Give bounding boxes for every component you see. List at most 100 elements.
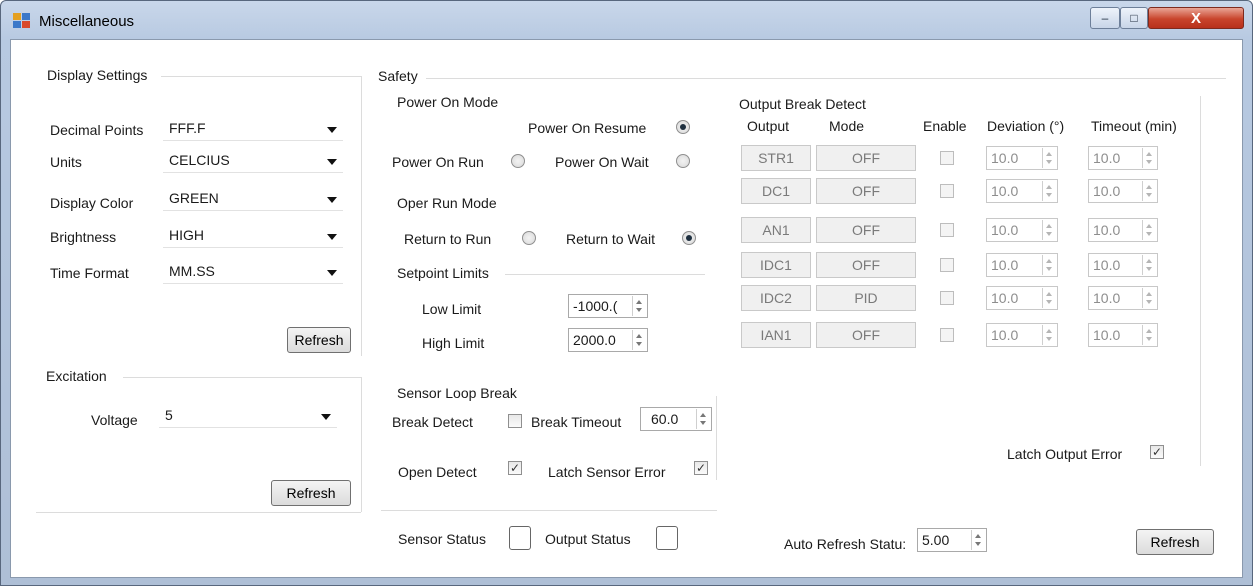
units-value: CELCIUS [169,152,230,168]
high-limit-input[interactable]: 2000.0 [568,328,648,352]
spinner-arrows-icon[interactable] [1042,181,1056,201]
refresh-button[interactable]: Refresh [1136,529,1214,555]
timeout-input[interactable]: 10.0 [1088,218,1158,242]
column-header-timeout: Timeout (min) [1091,118,1177,134]
decimal-points-value: FFF.F [169,120,206,136]
maximize-icon: □ [1130,11,1138,25]
window-title: Miscellaneous [39,13,135,30]
minimize-icon: – [1101,11,1109,25]
break-timeout-input[interactable]: 60.0 [640,407,712,431]
decimal-points-label: Decimal Points [50,122,144,138]
spinner-arrows-icon[interactable] [1142,181,1156,201]
spinner-arrows-icon[interactable] [1042,288,1056,308]
display-color-value: GREEN [169,190,219,206]
deviation-input[interactable]: 10.0 [986,179,1058,203]
enable-checkbox[interactable] [940,184,954,198]
spinner-arrows-icon[interactable] [1042,220,1056,240]
mode-cell: OFF [816,178,916,204]
output-cell: STR1 [741,145,811,171]
spinner-arrows-icon[interactable] [1142,220,1156,240]
spinner-arrows-icon[interactable] [632,296,646,316]
timeout-input[interactable]: 10.0 [1088,146,1158,170]
return-to-wait-label: Return to Wait [566,231,655,247]
chevron-down-icon [327,270,337,276]
power-on-resume-radio[interactable] [676,120,690,134]
chevron-down-icon [327,159,337,165]
output-cell: AN1 [741,217,811,243]
open-detect-checkbox[interactable]: ✓ [508,461,522,475]
timeout-value: 10.0 [1093,150,1121,166]
enable-checkbox[interactable] [940,151,954,165]
minimize-button[interactable]: – [1090,7,1120,29]
output-break-detect-heading: Output Break Detect [739,96,866,112]
decimal-points-select[interactable]: FFF.F [163,117,343,141]
timeout-input[interactable]: 10.0 [1088,179,1158,203]
column-header-output: Output [747,118,790,134]
auto-refresh-status-input[interactable]: 5.00 [917,528,987,552]
spinner-arrows-icon[interactable] [1042,255,1056,275]
deviation-input[interactable]: 10.0 [986,146,1058,170]
timeout-input[interactable]: 10.0 [1088,323,1158,347]
column-header-mode: Mode [829,118,865,134]
mode-cell: OFF [816,145,916,171]
deviation-input[interactable]: 10.0 [986,218,1058,242]
enable-checkbox[interactable] [940,328,954,342]
mode-cell: OFF [816,252,916,278]
excitation-refresh-button[interactable]: Refresh [271,480,351,506]
maximize-button[interactable]: □ [1120,7,1148,29]
deviation-value: 10.0 [991,222,1019,238]
deviation-input[interactable]: 10.0 [986,286,1058,310]
display-color-select[interactable]: GREEN [163,187,343,211]
mode-cell: OFF [816,217,916,243]
latch-output-error-checkbox[interactable]: ✓ [1150,445,1164,459]
chevron-down-icon [327,234,337,240]
timeout-input[interactable]: 10.0 [1088,286,1158,310]
deviation-value: 10.0 [991,257,1019,273]
low-limit-input[interactable]: -1000.( [568,294,648,318]
latch-output-error-label: Latch Output Error [1007,446,1123,462]
return-to-wait-radio[interactable] [682,231,696,245]
spinner-arrows-icon[interactable] [696,409,710,429]
return-to-run-radio[interactable] [522,231,536,245]
spinner-arrows-icon[interactable] [1042,148,1056,168]
low-limit-label: Low Limit [422,301,482,317]
spinner-arrows-icon[interactable] [1142,325,1156,345]
deviation-value: 10.0 [991,150,1019,166]
spinner-arrows-icon[interactable] [1042,325,1056,345]
spinner-arrows-icon[interactable] [1142,148,1156,168]
spinner-arrows-icon[interactable] [1142,255,1156,275]
client-area: Display Settings Decimal Points FFF.F Un… [10,39,1243,578]
spinner-arrows-icon[interactable] [1142,288,1156,308]
close-button[interactable]: X [1148,7,1244,29]
high-limit-label: High Limit [422,335,485,351]
brightness-select[interactable]: HIGH [163,224,343,248]
deviation-input[interactable]: 10.0 [986,323,1058,347]
deviation-input[interactable]: 10.0 [986,253,1058,277]
auto-refresh-status-value: 5.00 [922,532,950,548]
sensor-status-indicator [509,526,531,550]
spinner-arrows-icon[interactable] [632,330,646,350]
enable-checkbox[interactable] [940,258,954,272]
power-on-wait-radio[interactable] [676,154,690,168]
voltage-select[interactable]: 5 [159,404,337,428]
units-select[interactable]: CELCIUS [163,149,343,173]
display-settings-refresh-button[interactable]: Refresh [287,327,351,353]
latch-sensor-error-checkbox[interactable]: ✓ [694,461,708,475]
chevron-down-icon [321,414,331,420]
enable-checkbox[interactable] [940,223,954,237]
output-status-indicator [656,526,678,550]
time-format-select[interactable]: MM.SS [163,260,343,284]
title-bar[interactable]: Miscellaneous – □ X [1,1,1252,39]
timeout-input[interactable]: 10.0 [1088,253,1158,277]
power-on-run-radio[interactable] [511,154,525,168]
enable-checkbox[interactable] [940,291,954,305]
units-label: Units [50,154,82,170]
group-divider [505,274,705,275]
close-icon: X [1190,9,1201,27]
group-divider [161,76,361,77]
spinner-arrows-icon[interactable] [971,530,985,550]
output-cell: IAN1 [741,322,811,348]
safety-heading: Safety [378,68,418,84]
break-detect-checkbox[interactable] [508,414,522,428]
output-status-label: Output Status [545,531,631,547]
